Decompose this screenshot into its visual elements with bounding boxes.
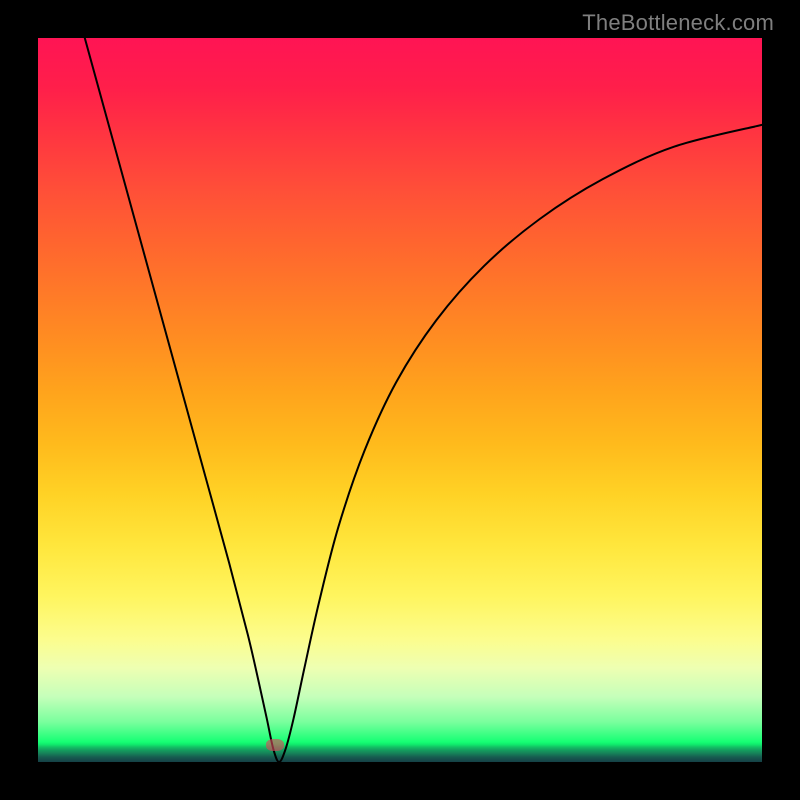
- watermark-text: TheBottleneck.com: [582, 10, 774, 36]
- bottleneck-curve: [38, 38, 762, 762]
- optimal-point-marker: [266, 739, 284, 751]
- plot-area: [38, 38, 762, 762]
- chart-frame: TheBottleneck.com: [0, 0, 800, 800]
